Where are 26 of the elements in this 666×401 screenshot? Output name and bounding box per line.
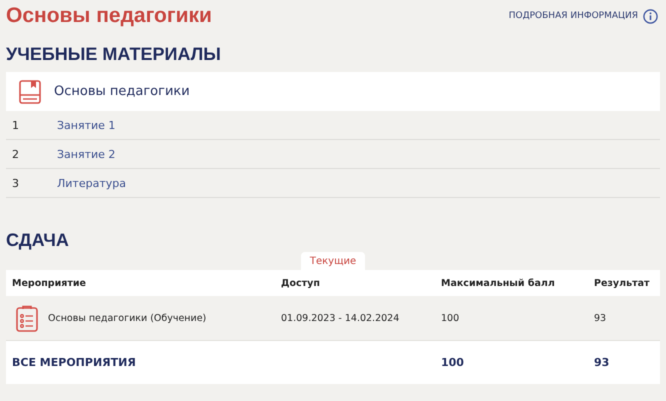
column-header: Максимальный балл xyxy=(441,278,556,288)
item-number: 3 xyxy=(11,176,20,190)
material-link[interactable]: Занятие 2 xyxy=(57,148,116,160)
item-number: 1 xyxy=(11,118,20,132)
course-title: Основы педагогики xyxy=(54,84,190,99)
page-title: Основы педагогики xyxy=(6,4,212,28)
column-header: Мероприятие xyxy=(12,278,87,288)
total-label: ВСЕ МЕРОПРИЯТИЯ xyxy=(12,356,137,369)
item-number: 2 xyxy=(11,148,20,160)
tab[interactable]: Текущие xyxy=(300,252,366,270)
column-header: Результат xyxy=(594,278,651,288)
table-cell-text: 01.09.2023 - 14.02.2024 xyxy=(281,312,400,324)
details-link[interactable]: ПОДРОБНАЯ ИНФОРМАЦИЯ xyxy=(508,8,658,24)
column-header: Доступ xyxy=(281,278,321,288)
table-cell-text: 93 xyxy=(594,312,608,324)
total-max-score: 100 xyxy=(441,356,465,369)
section-heading: УЧЕБНЫЕ МАТЕРИАЛЫ xyxy=(6,44,222,66)
section-heading: СДАЧА xyxy=(6,230,70,252)
material-link[interactable]: Занятие 1 xyxy=(57,118,116,132)
clipboard-icon xyxy=(16,304,38,332)
total-result: 93 xyxy=(594,356,610,369)
table-cell: Основы педагогики (Обучение) xyxy=(48,312,206,324)
table-cell-text: 100 xyxy=(441,312,460,324)
book-icon xyxy=(19,80,41,104)
material-link[interactable]: Литература xyxy=(57,176,126,190)
info-icon xyxy=(643,8,658,24)
